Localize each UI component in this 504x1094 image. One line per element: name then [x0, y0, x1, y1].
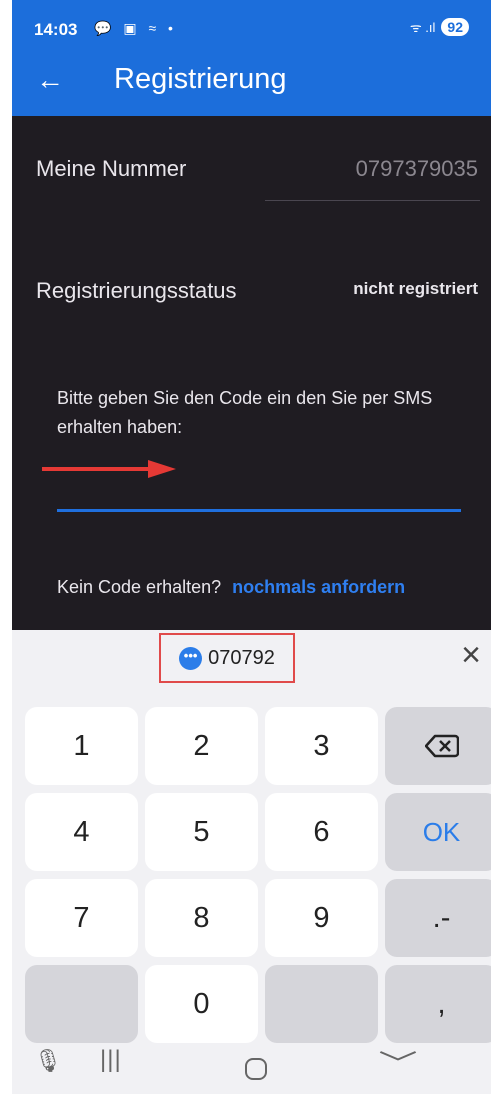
dot-dash-key[interactable]: .-: [385, 879, 491, 957]
backspace-icon: [424, 734, 459, 758]
battery-badge: 92: [441, 18, 469, 36]
message-icon: •••: [179, 646, 203, 670]
suggestion-bar: ••• 070792 ×: [12, 630, 491, 690]
key-9[interactable]: 9: [265, 879, 378, 957]
home-icon[interactable]: [245, 1058, 267, 1080]
close-icon[interactable]: ×: [461, 636, 481, 675]
key-3[interactable]: 3: [265, 707, 378, 785]
resend-code-link[interactable]: nochmals anfordern: [232, 577, 405, 597]
suggestion-code: 070792: [208, 646, 275, 669]
status-bar: 14:03 💬 ▣ ≈ • ᯤ .ıl 92: [12, 0, 491, 50]
key-4[interactable]: 4: [25, 793, 138, 871]
blank-key-left: [25, 965, 138, 1043]
ok-key[interactable]: OK: [385, 793, 491, 871]
key-7[interactable]: 7: [25, 879, 138, 957]
no-code-row: Kein Code erhalten? nochmals anfordern: [57, 577, 405, 598]
key-8[interactable]: 8: [145, 879, 258, 957]
phone-screen: 14:03 💬 ▣ ≈ • ᯤ .ıl 92 ← Registrierung M…: [12, 0, 491, 1094]
number-underline: [265, 200, 480, 201]
sms-code-suggestion[interactable]: ••• 070792: [159, 633, 295, 683]
recents-icon[interactable]: |||: [100, 1046, 122, 1074]
blank-key-right: [265, 965, 378, 1043]
notification-icons: 💬 ▣ ≈ •: [94, 20, 177, 36]
status-time: 14:03: [34, 20, 78, 39]
key-1[interactable]: 1: [25, 707, 138, 785]
app-bar: ← Registrierung: [12, 50, 491, 116]
microphone-icon[interactable]: 🎙: [34, 1048, 62, 1074]
signal-icon: ᯤ .ıl: [409, 20, 436, 35]
number-label: Meine Nummer: [36, 156, 187, 181]
nav-back-icon[interactable]: ﹀: [378, 1044, 417, 1081]
key-5[interactable]: 5: [145, 793, 258, 871]
back-arrow-icon[interactable]: ←: [36, 64, 64, 96]
sms-code-input[interactable]: [57, 486, 461, 512]
number-value: 0797379035: [355, 156, 478, 181]
page-title: Registrierung: [114, 63, 287, 95]
numeric-keyboard: ••• 070792 × 1 2 3 4 5 6 OK 7 8 9 .- 0 ,…: [12, 630, 491, 1094]
red-arrow-annotation: [42, 460, 176, 478]
key-2[interactable]: 2: [145, 707, 258, 785]
navigation-bar: 🎙 ||| ﹀: [12, 1034, 491, 1094]
code-instructions: Bitte geben Sie den Code ein den Sie per…: [57, 388, 433, 437]
status-value: nicht registriert: [353, 279, 478, 298]
registration-form: Meine Nummer 0797379035 Registrierungsst…: [12, 116, 491, 630]
key-0[interactable]: 0: [145, 965, 258, 1043]
status-right: ᯤ .ıl 92: [410, 18, 469, 36]
backspace-key[interactable]: [385, 707, 491, 785]
comma-key[interactable]: ,: [385, 965, 491, 1043]
status-label: Registrierungsstatus: [36, 278, 237, 303]
no-code-text: Kein Code erhalten?: [57, 577, 222, 597]
key-6[interactable]: 6: [265, 793, 378, 871]
